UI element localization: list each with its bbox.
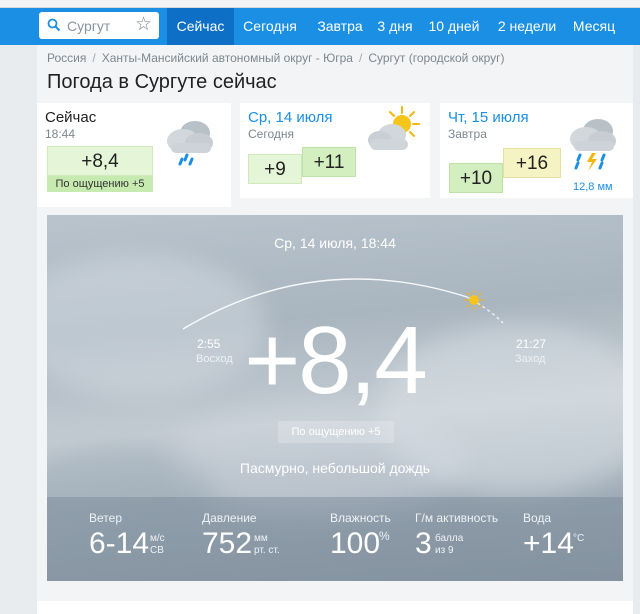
humidity-value: 100	[330, 527, 381, 560]
favorite-star-icon[interactable]: ☆	[135, 14, 152, 36]
stat-water: Вода +14 °C	[523, 497, 613, 581]
wind-direction: СВ	[150, 545, 164, 556]
current-date: Ср, 14 июля, 18:44	[274, 235, 396, 251]
now-time: 18:44	[45, 127, 76, 141]
page-title: Погода в Сургуте сейчас	[47, 71, 277, 93]
wind-label: Ветер	[89, 511, 122, 525]
tomorrow-title: Чт, 15 июля	[448, 109, 529, 126]
breadcrumb: Россия / Ханты-Мансийский автономный округ…	[47, 51, 505, 65]
tab-month[interactable]: Месяц	[568, 8, 620, 45]
wind-value: 6-14	[89, 527, 150, 560]
stat-humidity: Влажность 100 %	[330, 497, 410, 581]
sun-position-icon	[464, 290, 484, 310]
search-box[interactable]: Сургут ☆	[39, 12, 159, 39]
tomorrow-temp-max: +16	[503, 148, 561, 178]
condition-text: Пасмурно, небольшой дождь	[239, 460, 431, 476]
feels-like-badge: По ощущению +5	[278, 421, 394, 443]
search-icon[interactable]	[47, 18, 61, 32]
content-panel: Россия / Ханты-Мансийский автономный округ…	[37, 45, 633, 614]
tab-now[interactable]: Сейчас	[167, 8, 234, 45]
stats-bar: Ветер 6-14 м/с СВ Давление 752 мм рт. ст…	[47, 497, 623, 581]
geomag-unit: балла	[435, 533, 464, 544]
next-section-edge	[37, 601, 633, 614]
now-feels-like: По ощущению +5	[47, 176, 153, 192]
today-temp-min: +9	[248, 154, 302, 184]
pressure-value: 752	[202, 527, 253, 560]
current-weather-panel: Ср, 14 июля, 18:44 2:55 Восход 21:27 Зах…	[47, 215, 623, 581]
water-value: +14	[523, 527, 574, 560]
tab-tomorrow[interactable]: Завтра	[308, 8, 372, 45]
wind-unit: м/с	[150, 533, 165, 544]
today-subtitle: Сегодня	[248, 127, 294, 141]
tomorrow-subtitle: Завтра	[448, 127, 487, 141]
current-temp: +8,4	[244, 307, 428, 414]
today-title: Ср, 14 июля	[248, 109, 333, 126]
search-input[interactable]: Сургут	[67, 18, 110, 34]
stat-geomagnetic: Г/м активность 3 балла из 9	[415, 497, 525, 581]
stat-wind: Ветер 6-14 м/с СВ	[89, 497, 199, 581]
sun-cloud-icon	[368, 106, 420, 150]
tomorrow-precip: 12,8 мм	[573, 181, 613, 193]
now-title: Сейчас	[45, 109, 97, 126]
tab-today[interactable]: Сегодня	[236, 8, 304, 45]
water-label: Вода	[523, 511, 552, 525]
pressure-unit-2: рт. ст.	[254, 545, 280, 556]
browser-strip	[0, 0, 640, 8]
now-temp: +8,4	[47, 146, 153, 176]
tab-3-days[interactable]: 3 дня	[372, 8, 418, 45]
breadcrumb-region[interactable]: Ханты-Мансийский автономный округ - Югра	[102, 51, 353, 65]
now-card[interactable]: Сейчас 18:44 +8,4 По ощущению +5	[37, 103, 231, 207]
geomag-unit-2: из 9	[435, 545, 454, 556]
stat-pressure: Давление 752 мм рт. ст.	[202, 497, 312, 581]
today-card[interactable]: Ср, 14 июля Сегодня +9 +11	[240, 103, 430, 198]
water-unit: °C	[573, 533, 585, 544]
thunderstorm-icon	[570, 119, 616, 171]
cloud-rain-icon	[167, 121, 213, 166]
humidity-label: Влажность	[330, 511, 391, 525]
tab-2-weeks[interactable]: 2 недели	[493, 8, 561, 45]
today-temp-max: +11	[302, 147, 356, 177]
tab-10-days[interactable]: 10 дней	[426, 8, 482, 45]
top-nav-bar: Сургут ☆ Сейчас Сегодня Завтра 3 дня 10 …	[0, 8, 640, 45]
breadcrumb-city[interactable]: Сургут (городской округ)	[368, 51, 504, 65]
tomorrow-card[interactable]: Чт, 15 июля Завтра +10 +16 12,8 мм	[440, 103, 633, 198]
humidity-unit: %	[379, 529, 390, 543]
pressure-label: Давление	[202, 511, 257, 525]
geomag-value: 3	[415, 527, 432, 560]
geomag-label: Г/м активность	[415, 511, 499, 525]
breadcrumb-russia[interactable]: Россия	[47, 51, 86, 65]
pressure-unit: мм	[254, 533, 268, 544]
tomorrow-temp-min: +10	[449, 163, 503, 193]
